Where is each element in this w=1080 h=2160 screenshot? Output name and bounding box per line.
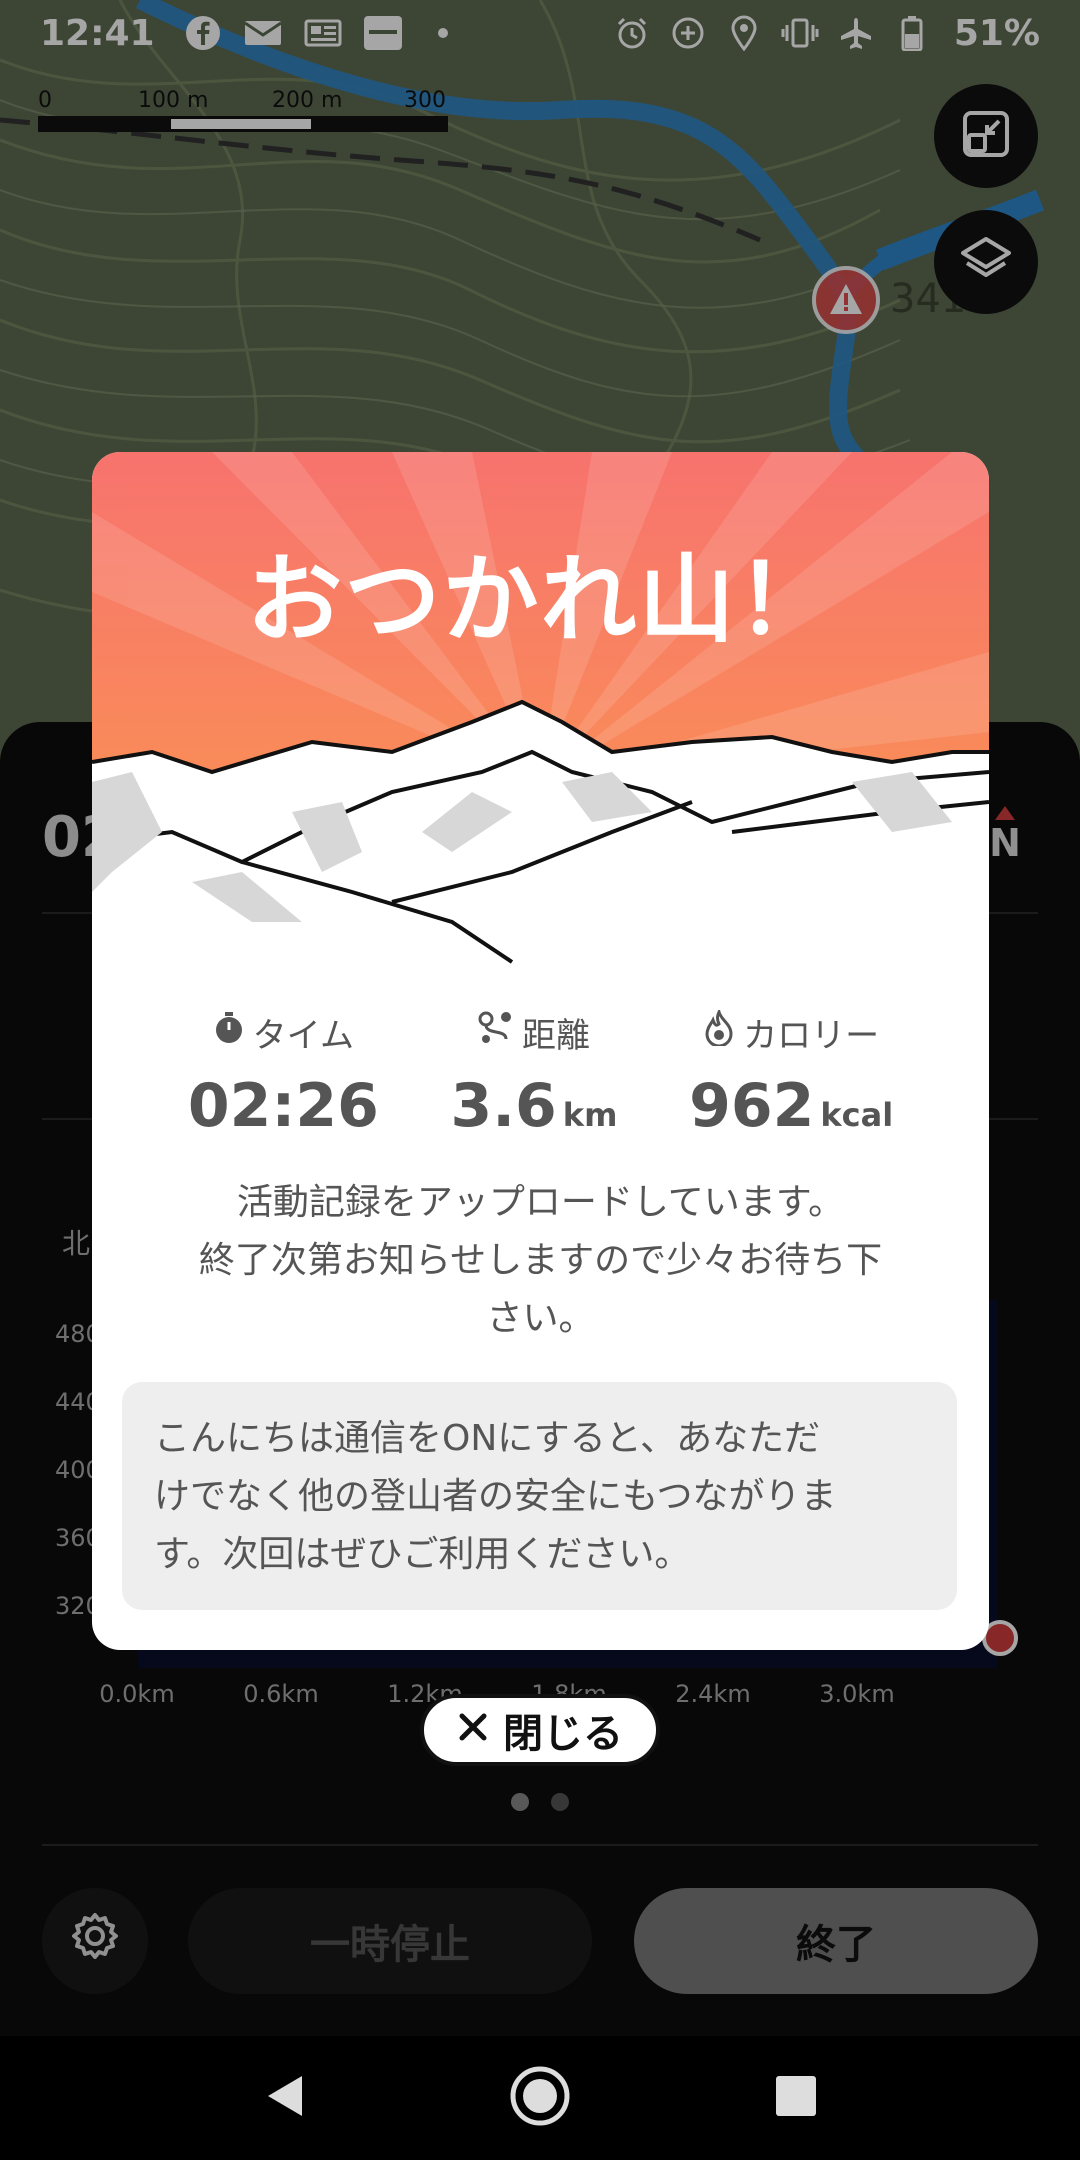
stat-label: 距離: [521, 1016, 590, 1056]
dot-icon: [423, 13, 463, 53]
recents-icon: [776, 2076, 817, 2116]
yahuoku-icon: [363, 13, 403, 53]
scale-label: 200 m: [272, 88, 343, 113]
battery-percent: 51%: [953, 12, 1040, 54]
stopwatch-icon: [213, 1011, 245, 1054]
facebook-icon: [183, 13, 223, 53]
stat-value: 962: [689, 1071, 815, 1141]
recents-button[interactable]: [774, 2074, 818, 2122]
notice-line: こんにちは通信をONにすると、あなただ: [154, 1418, 821, 1459]
close-label: 閉じる: [503, 1711, 623, 1757]
activity-stats: タイム 02:26 距離 3.6 km カロリー 962 kcal: [92, 1007, 989, 1141]
location-icon: [724, 13, 764, 53]
stat-distance: 距離 3.6 km: [450, 1008, 618, 1141]
upload-message-line: 活動記録をアップロードしています。: [236, 1182, 845, 1223]
alarm-icon: [612, 13, 652, 53]
stat-calories: カロリー 962 kcal: [689, 1007, 894, 1141]
pause-button[interactable]: 一時停止: [188, 1888, 592, 1994]
notice-line: す。次回はぜひご利用ください。: [154, 1534, 691, 1575]
notice-line: けでなく他の登山者の安全にもつながりま: [154, 1476, 837, 1517]
airplane-icon: [836, 13, 876, 53]
upload-message: 活動記録をアップロードしています。 終了次第お知らせしますので少々お待ち下 さい…: [152, 1174, 929, 1348]
north-label: N: [989, 821, 1021, 862]
distance-tick: 0.0km: [99, 1680, 175, 1708]
au-mail-icon: [243, 13, 283, 53]
distance-tick: 2.4km: [675, 1680, 751, 1708]
end-button[interactable]: 終了: [634, 1888, 1038, 1994]
scale-label: 100 m: [138, 88, 209, 113]
close-button[interactable]: 閉じる: [420, 1694, 660, 1766]
system-nav-bar: [0, 2036, 1080, 2160]
stat-label: タイム: [252, 1016, 354, 1056]
status-bar: 12:41 51%: [0, 0, 1080, 66]
home-button[interactable]: [509, 2065, 571, 2131]
home-icon: [510, 2066, 570, 2126]
stat-time: タイム 02:26: [188, 1008, 379, 1141]
direction-partial: 北: [62, 1227, 91, 1260]
upload-message-line: 終了次第お知らせしますので少々お待ち下: [198, 1240, 883, 1281]
fit-view-icon: [959, 107, 1013, 165]
settings-button[interactable]: [42, 1888, 148, 1994]
north-indicator: N: [985, 802, 1025, 865]
layers-button[interactable]: [934, 210, 1038, 314]
back-button[interactable]: [262, 2072, 306, 2124]
fit-view-button[interactable]: [934, 84, 1038, 188]
completion-dialog: おつかれ山！ タイム 02:26 距離 3.6 km カロリー 962 kcal…: [92, 452, 989, 1650]
calorie-icon: [703, 1007, 735, 1055]
news-icon: [303, 13, 343, 53]
stat-value: 02:26: [187, 1071, 379, 1141]
dialog-title: おつかれ山！: [246, 544, 835, 656]
route-icon: [478, 1011, 514, 1054]
scale-label: 0: [38, 88, 52, 113]
stat-unit: kcal: [820, 1096, 894, 1134]
distance-tick: 0.6km: [243, 1680, 319, 1708]
close-icon: [457, 1707, 489, 1753]
stat-value: 3.6: [450, 1071, 557, 1141]
connectivity-notice: こんにちは通信をONにすると、あなただ けでなく他の登山者の安全にもつながりま …: [122, 1382, 957, 1610]
map-scale-bar: 0 100 m 200 m 300 m: [38, 88, 448, 138]
vibrate-icon: [780, 13, 820, 53]
page-dot: [511, 1793, 529, 1811]
gear-icon: [68, 1909, 122, 1973]
stat-label: カロリー: [743, 1016, 880, 1056]
back-icon: [267, 2076, 302, 2116]
status-time: 12:41: [40, 12, 155, 54]
data-saver-icon: [668, 13, 708, 53]
scale-bar-graphic: [38, 116, 448, 132]
layers-icon: [957, 231, 1015, 293]
distance-tick: 3.0km: [819, 1680, 895, 1708]
stat-unit: km: [562, 1096, 618, 1134]
battery-icon: [892, 13, 932, 53]
page-indicator: [0, 1793, 1080, 1811]
divider: [42, 1844, 1038, 1846]
page-dot: [551, 1793, 569, 1811]
hero-banner: おつかれ山！: [92, 452, 989, 972]
upload-message-line: さい。: [486, 1298, 595, 1339]
